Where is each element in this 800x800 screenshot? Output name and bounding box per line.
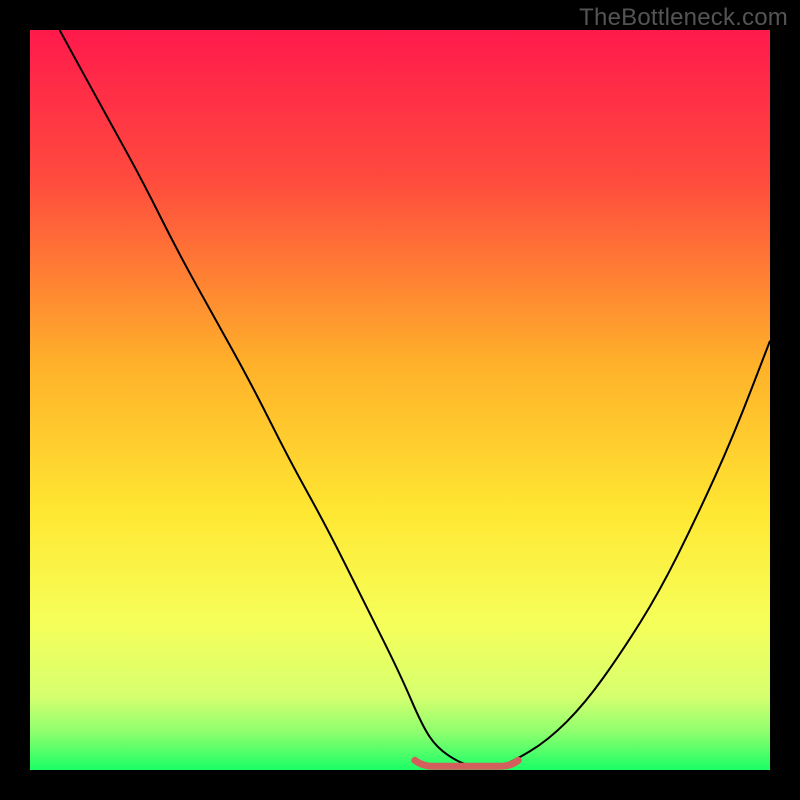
chart-frame: TheBottleneck.com [0, 0, 800, 800]
watermark-text: TheBottleneck.com [579, 4, 788, 32]
plot-area [30, 30, 770, 770]
chart-svg [30, 30, 770, 770]
gradient-background [30, 30, 770, 770]
